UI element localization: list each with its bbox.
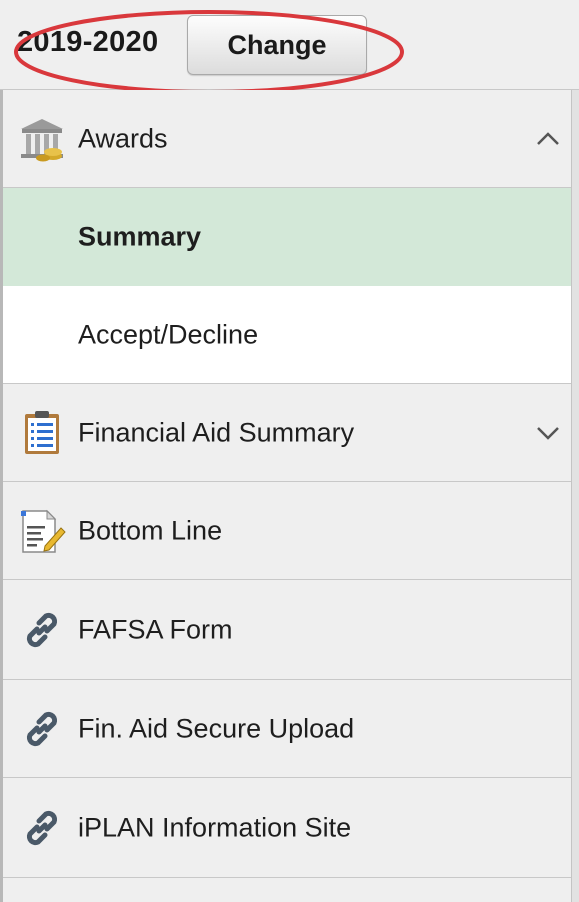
nav-label-fafsa-form: FAFSA Form — [78, 614, 233, 644]
nav-label-iplan: iPLAN Information Site — [78, 812, 352, 842]
link-icon — [26, 612, 58, 647]
change-year-button[interactable]: Change — [187, 15, 367, 75]
link-icon — [26, 711, 58, 746]
clipboard-icon — [25, 410, 59, 454]
aid-year-header: 2019-2020 Change — [0, 0, 579, 94]
nav-item-secure-upload[interactable]: Fin. Aid Secure Upload — [3, 680, 571, 778]
bank-icon — [21, 118, 63, 161]
nav-item-fafsa-form[interactable]: FAFSA Form — [3, 580, 571, 680]
nav-label-bottom-line: Bottom Line — [78, 515, 223, 545]
document-edit-icon — [21, 509, 66, 553]
nav-label-financial-aid-summary: Financial Aid Summary — [78, 417, 355, 447]
chevron-down-icon[interactable] — [535, 424, 561, 442]
nav-item-iplan[interactable]: iPLAN Information Site — [3, 778, 571, 878]
nav-label-secure-upload: Fin. Aid Secure Upload — [78, 713, 355, 743]
nav-item-accept-decline[interactable]: Accept/Decline — [3, 286, 571, 384]
nav-item-bottom-line[interactable]: Bottom Line — [3, 482, 571, 580]
link-icon — [26, 810, 58, 845]
aid-year-label: 2019-2020 — [17, 26, 159, 58]
scrollbar-track[interactable] — [571, 90, 579, 902]
chevron-up-icon[interactable] — [535, 130, 561, 148]
nav-label-summary: Summary — [78, 221, 202, 252]
nav-item-financial-aid-summary[interactable]: Financial Aid Summary — [3, 384, 571, 482]
nav-label-accept-decline: Accept/Decline — [78, 319, 259, 349]
nav-label-awards: Awards — [78, 123, 168, 153]
nav-item-summary[interactable]: Summary — [3, 188, 571, 286]
nav-item-awards[interactable]: Awards — [3, 90, 571, 188]
nav-item-partial[interactable] — [3, 878, 571, 902]
